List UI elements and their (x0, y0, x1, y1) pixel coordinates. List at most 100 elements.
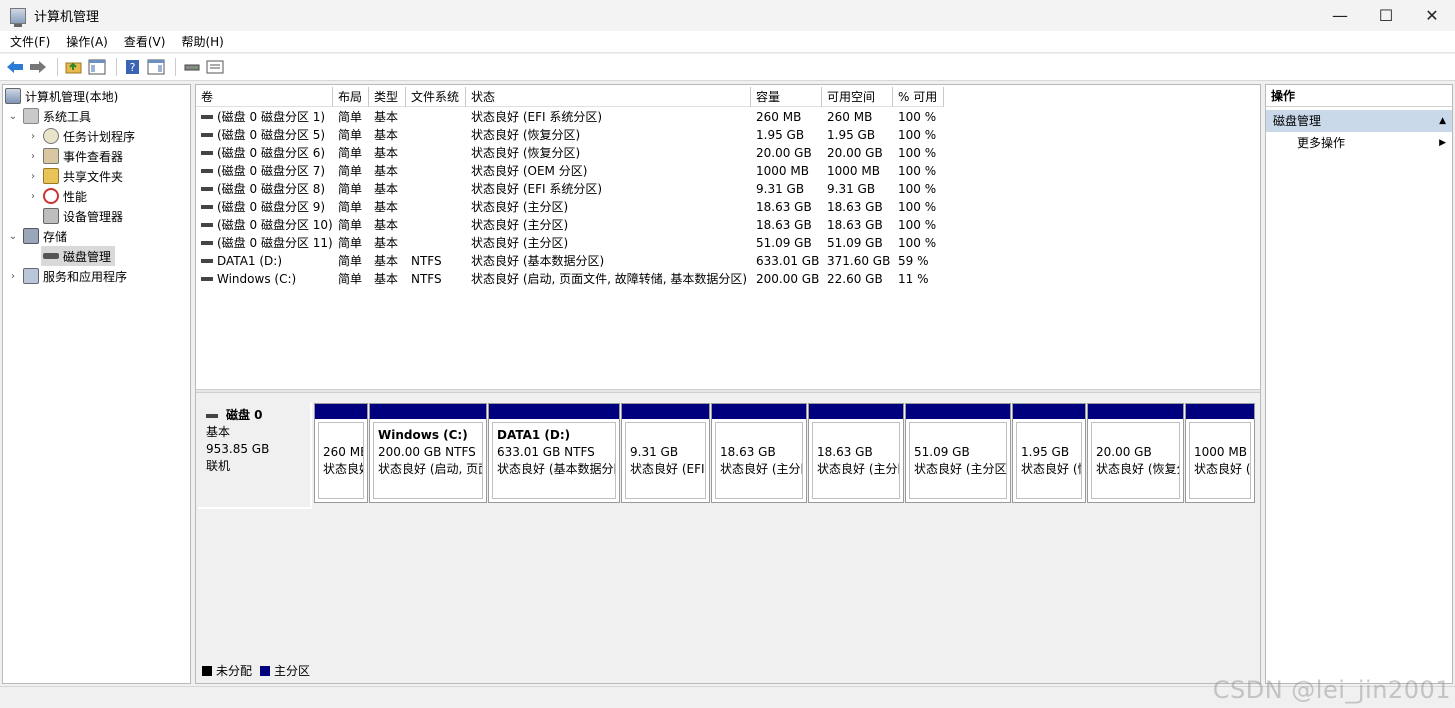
column-header-filesystem[interactable]: 文件系统 (406, 87, 466, 107)
partition-block[interactable]: 260 MB 状态良好 (EFI 系统分区) (314, 403, 368, 503)
cell-text: 基本 (374, 182, 399, 196)
help-icon[interactable]: ? (123, 57, 143, 77)
show-action-pane-icon[interactable] (146, 57, 166, 77)
cell-text: 简单 (338, 110, 363, 124)
partition-size: 1.95 GB (1021, 445, 1070, 459)
cell-text: 100 % (898, 182, 937, 196)
menu-help[interactable]: 帮助(H) (175, 33, 229, 50)
volume-row[interactable]: DATA1 (D:) 简单 基本 NTFS 状态良好 (基本数据分区) 633.01 GB… (196, 252, 944, 270)
tree-item-event-viewer[interactable]: › 事件查看器 (27, 146, 123, 166)
chevron-right-icon[interactable]: › (27, 191, 39, 202)
chevron-right-icon[interactable]: › (27, 151, 39, 162)
minimize-button[interactable]: — (1317, 0, 1363, 31)
show-hide-tree-icon[interactable] (87, 57, 107, 77)
cell-text: 基本 (374, 110, 399, 124)
volume-row[interactable]: (磁盘 0 磁盘分区 5) 简单 基本 状态良好 (恢复分区) 1.95 GB 1.95 … (196, 126, 944, 144)
partition-type-bar (489, 404, 619, 419)
chevron-right-icon[interactable]: › (27, 131, 39, 142)
up-folder-icon[interactable] (64, 57, 84, 77)
partition-block[interactable]: 51.09 GB 状态良好 (主分区) (905, 403, 1011, 503)
cell-layout: 简单 (333, 234, 369, 252)
tree-item-shared-folders[interactable]: › 共享文件夹 (27, 166, 123, 186)
actions-title: 操作 (1266, 85, 1452, 107)
partition-block[interactable]: 9.31 GB 状态良好 (EFI 系统分区) (621, 403, 710, 503)
collapse-up-icon[interactable]: ▲ (1439, 110, 1446, 132)
cell-text: 状态良好 (EFI 系统分区) (471, 110, 603, 124)
column-header-layout[interactable]: 布局 (333, 87, 369, 107)
volume-row[interactable]: (磁盘 0 磁盘分区 11) 简单 基本 状态良好 (主分区) 51.09 GB 51.0… (196, 234, 944, 252)
cell-layout: 简单 (333, 216, 369, 234)
partition-size: 1000 MB (1194, 445, 1247, 459)
tree-item-computer-management[interactable]: 计算机管理(本地) (5, 86, 118, 106)
chevron-down-icon[interactable]: ⌄ (7, 111, 19, 122)
column-header-volume[interactable]: 卷 (196, 87, 333, 107)
volume-row[interactable]: Windows (C:) 简单 基本 NTFS 状态良好 (启动, 页面文件, 故障转储… (196, 270, 944, 288)
cell-text: 状态良好 (EFI 系统分区) (471, 182, 603, 196)
chevron-right-icon[interactable]: › (27, 171, 39, 182)
menu-view[interactable]: 查看(V) (118, 33, 172, 50)
cell-text: 基本 (374, 272, 399, 286)
column-header-status[interactable]: 状态 (466, 87, 751, 107)
legend-item-primary: 主分区 (260, 662, 310, 679)
chevron-down-icon[interactable]: ⌄ (7, 231, 19, 242)
menu-action[interactable]: 操作(A) (60, 33, 114, 50)
partition-block[interactable]: 1000 MB 状态良好 (OEM 分区) (1185, 403, 1255, 503)
partition-block[interactable]: 18.63 GB 状态良好 (主分区) (808, 403, 904, 503)
properties-icon[interactable] (205, 57, 225, 77)
cell-percent-free: 100 % (893, 108, 944, 126)
tree-item-disk-management[interactable]: 磁盘管理 (41, 246, 116, 266)
cell-text: 状态良好 (OEM 分区) (471, 164, 588, 178)
partition-block[interactable]: 1.95 GB 状态良好 (恢复分区) (1012, 403, 1086, 503)
column-header-capacity[interactable]: 容量 (751, 87, 822, 107)
maximize-button[interactable]: ☐ (1363, 0, 1409, 31)
tree-item-storage[interactable]: ⌄ 存储 (7, 226, 67, 246)
partition-details: 1.95 GB 状态良好 (恢复分区) (1016, 422, 1082, 499)
partition-block[interactable]: 20.00 GB 状态良好 (恢复分区) (1087, 403, 1184, 503)
drive-icon[interactable] (182, 57, 202, 77)
event-log-icon (43, 148, 59, 164)
cell-volume: (磁盘 0 磁盘分区 5) (196, 126, 333, 144)
cell-type: 基本 (369, 270, 406, 288)
tree-item-task-scheduler[interactable]: › 任务计划程序 (27, 126, 135, 146)
tree-item-device-manager[interactable]: 设备管理器 (43, 206, 123, 226)
back-arrow-icon[interactable] (5, 57, 25, 77)
cell-status: 状态良好 (恢复分区) (466, 126, 751, 144)
actions-section-disk-management[interactable]: 磁盘管理 ▲ (1266, 110, 1452, 132)
cell-percent-free: 100 % (893, 144, 944, 162)
volume-row[interactable]: (磁盘 0 磁盘分区 9) 简单 基本 状态良好 (主分区) 18.63 GB 18.63… (196, 198, 944, 216)
partition-block[interactable]: Windows (C:) 200.00 GB NTFS 状态良好 (启动, 页面文件… (369, 403, 487, 503)
forward-arrow-icon[interactable] (28, 57, 48, 77)
volume-rows: (磁盘 0 磁盘分区 1) 简单 基本 状态良好 (EFI 系统分区) 260 MB 26… (196, 108, 944, 288)
more-actions[interactable]: 更多操作 ▶ (1266, 132, 1452, 154)
volume-row[interactable]: (磁盘 0 磁盘分区 6) 简单 基本 状态良好 (恢复分区) 20.00 GB 20.0… (196, 144, 944, 162)
partition-block[interactable]: 18.63 GB 状态良好 (主分区) (711, 403, 807, 503)
partition-type-bar (315, 404, 367, 419)
cell-capacity: 633.01 GB (751, 252, 822, 270)
cell-volume: (磁盘 0 磁盘分区 11) (196, 234, 333, 252)
cell-status: 状态良好 (OEM 分区) (466, 162, 751, 180)
column-header-free-space[interactable]: 可用空间 (822, 87, 893, 107)
close-button[interactable]: ✕ (1409, 0, 1455, 31)
volume-row[interactable]: (磁盘 0 磁盘分区 8) 简单 基本 状态良好 (EFI 系统分区) 9.31 GB 9… (196, 180, 944, 198)
volume-row[interactable]: (磁盘 0 磁盘分区 1) 简单 基本 状态良好 (EFI 系统分区) 260 MB 26… (196, 108, 944, 126)
column-header-type[interactable]: 类型 (369, 87, 406, 107)
column-header-percent-free[interactable]: % 可用 (893, 87, 944, 107)
volume-row[interactable]: (磁盘 0 磁盘分区 10) 简单 基本 状态良好 (主分区) 18.63 GB 18.6… (196, 216, 944, 234)
tree-item-system-tools[interactable]: ⌄ 系统工具 (7, 106, 91, 126)
cell-text: Windows (C:) (217, 272, 297, 286)
cell-capacity: 18.63 GB (751, 216, 822, 234)
tree-item-performance[interactable]: › 性能 (27, 186, 87, 206)
tree-item-services-apps[interactable]: › 服务和应用程序 (7, 266, 127, 286)
cell-layout: 简单 (333, 270, 369, 288)
menu-file[interactable]: 文件(F) (4, 33, 56, 50)
partition-block[interactable]: DATA1 (D:) 633.01 GB NTFS 状态良好 (基本数据分区) (488, 403, 620, 503)
partition-size: 9.31 GB (630, 445, 679, 459)
cell-text: (磁盘 0 磁盘分区 7) (217, 164, 326, 178)
cell-text: (磁盘 0 磁盘分区 6) (217, 146, 326, 160)
disk-icon (43, 253, 59, 259)
volume-row[interactable]: (磁盘 0 磁盘分区 7) 简单 基本 状态良好 (OEM 分区) 1000 MB 100… (196, 162, 944, 180)
partition-type-bar (1013, 404, 1085, 419)
chevron-right-icon[interactable]: › (7, 271, 19, 282)
cell-text: 18.63 GB (827, 200, 883, 214)
disk-info[interactable]: 磁盘 0 基本 953.85 GB 联机 (198, 403, 312, 509)
